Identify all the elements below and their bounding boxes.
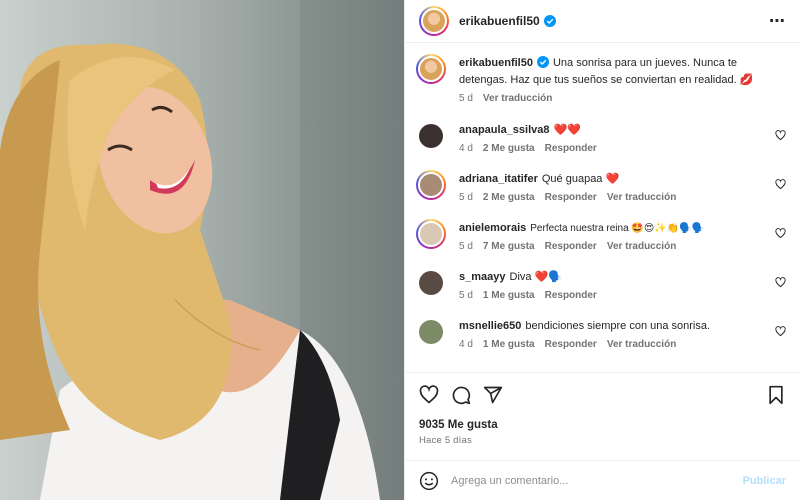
verified-badge-icon <box>543 15 556 27</box>
caption-time[interactable]: 5 d <box>459 93 473 104</box>
comment-likes[interactable]: 7 Me gusta <box>483 241 535 252</box>
comment-avatar[interactable] <box>416 219 446 249</box>
portrait-illustration <box>0 0 404 500</box>
reply-button[interactable]: Responder <box>545 339 597 350</box>
comment-time[interactable]: 4 d <box>459 143 473 154</box>
comment-avatar[interactable] <box>419 271 443 295</box>
post-side-panel: erikabuenfil50 ⋯ erikabuenfil50 Una sonri… <box>404 0 800 500</box>
comment-username[interactable]: adriana_itatifer <box>459 173 538 185</box>
comment-text: Perfecta nuestra reina 🤩😍✨👏🗣️🗣️ <box>530 223 705 234</box>
comments-list[interactable]: erikabuenfil50 Una sonrisa para un jueves… <box>405 43 800 372</box>
add-comment-bar: Agrega un comentario... Publicar <box>405 460 800 500</box>
like-comment-heart-icon[interactable] <box>775 277 786 288</box>
reply-button[interactable]: Responder <box>545 290 597 301</box>
comment-avatar[interactable] <box>419 124 443 148</box>
comment-username[interactable]: s_maayy <box>459 271 506 283</box>
comment-text: bendiciones siempre con una sonrisa. <box>525 320 711 332</box>
like-comment-heart-icon[interactable] <box>775 228 786 239</box>
comment-time[interactable]: 4 d <box>459 339 473 350</box>
comment-avatar[interactable] <box>416 170 446 200</box>
comment-username[interactable]: anielemorais <box>459 222 526 234</box>
caption-avatar[interactable] <box>416 54 446 84</box>
post-photo[interactable] <box>0 0 404 500</box>
comment-likes[interactable]: 2 Me gusta <box>483 192 535 203</box>
verified-badge-icon <box>536 56 549 68</box>
caption-translate-link[interactable]: Ver traducción <box>483 93 552 104</box>
post-header: erikabuenfil50 ⋯ <box>405 0 800 43</box>
publish-button[interactable]: Publicar <box>743 475 786 487</box>
comment-text: ❤️❤️ <box>553 124 581 136</box>
comment-input[interactable]: Agrega un comentario... <box>451 475 743 487</box>
translate-link[interactable]: Ver traducción <box>607 241 676 252</box>
comment-likes[interactable]: 1 Me gusta <box>483 290 535 301</box>
comment-row: anielemorais Perfecta nuestra reina 🤩😍✨👏🗣… <box>416 219 786 252</box>
share-paper-plane-icon[interactable] <box>483 385 503 405</box>
comment-avatar[interactable] <box>419 320 443 344</box>
comment-time[interactable]: 5 d <box>459 192 473 203</box>
comment-time[interactable]: 5 d <box>459 241 473 252</box>
like-heart-icon[interactable] <box>419 385 439 405</box>
reply-button[interactable]: Responder <box>545 241 597 252</box>
translate-link[interactable]: Ver traducción <box>607 339 676 350</box>
more-options-icon[interactable]: ⋯ <box>769 11 786 31</box>
author-username[interactable]: erikabuenfil50 <box>459 14 540 28</box>
author-avatar[interactable] <box>419 6 449 36</box>
comment-text: Diva ❤️🗣️ <box>509 271 562 283</box>
reply-button[interactable]: Responder <box>545 192 597 203</box>
comment-likes[interactable]: 1 Me gusta <box>483 339 535 350</box>
reply-button[interactable]: Responder <box>545 143 597 154</box>
comment-row: anapaula_ssilva8 ❤️❤️ 4 d 2 Me gusta Resp… <box>419 122 786 154</box>
comment-username[interactable]: msnellie650 <box>459 320 521 332</box>
comment-row: s_maayy Diva ❤️🗣️ 5 d 1 Me gusta Responde… <box>419 269 786 301</box>
comment-row: adriana_itatifer Qué guapaa ❤️ 5 d 2 Me g… <box>416 170 786 203</box>
post-date[interactable]: Hace 5 días <box>419 435 786 446</box>
post-actions: 9035 Me gusta Hace 5 días <box>405 372 800 446</box>
likes-count[interactable]: 9035 Me gusta <box>419 419 786 431</box>
comment-time[interactable]: 5 d <box>459 290 473 301</box>
like-comment-heart-icon[interactable] <box>775 326 786 337</box>
instagram-post-view: erikabuenfil50 ⋯ erikabuenfil50 Una sonri… <box>0 0 800 500</box>
comment-username[interactable]: anapaula_ssilva8 <box>459 124 550 136</box>
translate-link[interactable]: Ver traducción <box>607 192 676 203</box>
caption: erikabuenfil50 Una sonrisa para un jueves… <box>416 54 786 104</box>
comment-likes[interactable]: 2 Me gusta <box>483 143 535 154</box>
like-comment-heart-icon[interactable] <box>775 179 786 190</box>
comment-row: msnellie650 bendiciones siempre con una s… <box>419 318 786 350</box>
caption-username[interactable]: erikabuenfil50 <box>459 57 533 69</box>
like-comment-heart-icon[interactable] <box>775 130 786 141</box>
comment-text: Qué guapaa ❤️ <box>541 173 620 185</box>
emoji-smile-icon[interactable] <box>419 471 439 491</box>
bookmark-icon[interactable] <box>766 385 786 405</box>
comment-bubble-icon[interactable] <box>451 385 471 405</box>
